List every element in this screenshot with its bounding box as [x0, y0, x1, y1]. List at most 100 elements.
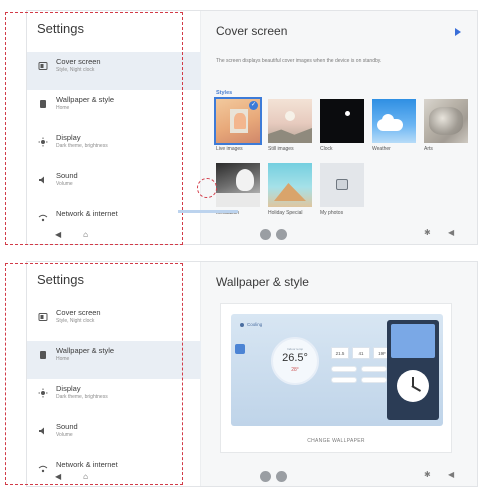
scroll-indicator: [178, 210, 238, 213]
brightness-icon: [37, 387, 49, 399]
sidebar-item-label: Network & internet: [56, 209, 118, 218]
style-tile-still-images[interactable]: Still images: [268, 99, 312, 152]
preview-pill: [331, 366, 357, 372]
nav-circle-button[interactable]: [276, 471, 287, 482]
sidebar-item-sub: Home: [56, 355, 70, 362]
sidebar-item-label: Sound: [56, 171, 78, 180]
sidebar-item-sub: Home: [56, 104, 70, 111]
nav-circle-button[interactable]: [260, 471, 271, 482]
cover-screen-icon: [37, 311, 49, 323]
cover-screen-icon: [37, 60, 49, 72]
app-icon: [235, 344, 245, 354]
wallpaper-icon: [37, 98, 49, 110]
style-tile-arts[interactable]: Arts: [424, 99, 468, 152]
live-images-thumbnail: ✓: [214, 97, 262, 145]
holiday-special-thumbnail: [268, 163, 312, 207]
sidebar-title: Settings: [37, 272, 84, 287]
page-description: The screen displays beautiful cover imag…: [216, 58, 382, 64]
settings-sidebar: Settings Cover screen Style, Night clock …: [27, 262, 201, 486]
brightness-icon[interactable]: ✱: [424, 471, 431, 479]
sidebar-item-sub: Volume: [56, 180, 73, 187]
sidebar-item-label: Sound: [56, 422, 78, 431]
preview-side-panel: [387, 320, 439, 420]
home-icon[interactable]: ⌂: [83, 473, 88, 481]
volume-icon[interactable]: ◀: [448, 471, 454, 479]
sidebar-item-display[interactable]: Display Dark theme, brightness: [27, 379, 201, 417]
home-icon[interactable]: ⌂: [83, 231, 88, 239]
volume-icon[interactable]: ◀: [448, 229, 454, 237]
sidebar-item-label: Wallpaper & style: [56, 346, 115, 355]
wallpaper-panel: Wallpaper & style Cooling Indoor temp 26…: [202, 262, 477, 486]
my-photos-thumbnail: [320, 163, 364, 207]
meditation-thumbnail: [216, 163, 260, 207]
clock-thumbnail: [320, 99, 364, 143]
style-label: Weather: [372, 146, 391, 152]
clock-icon: [397, 370, 429, 402]
set-temp: 28°: [291, 367, 299, 373]
sidebar-item-wallpaper[interactable]: Wallpaper & style Home: [27, 90, 201, 128]
style-label: Holiday Special: [268, 210, 303, 216]
style-tile-meditation[interactable]: Meditation: [216, 163, 260, 216]
page-title: Cover screen: [216, 24, 288, 38]
sidebar-item-label: Display: [56, 384, 81, 393]
temp-value: 26.5°: [282, 352, 308, 364]
temperature-dial: Indoor temp 26.5° 28°: [271, 337, 319, 385]
wallpaper-icon: [37, 349, 49, 361]
reading-box: 41: [352, 347, 370, 359]
back-icon[interactable]: ◀: [55, 473, 61, 481]
sidebar-item-sub: Volume: [56, 431, 73, 438]
back-icon[interactable]: ◀: [55, 231, 61, 239]
style-tile-clock[interactable]: Clock: [320, 99, 364, 152]
nav-circle-button[interactable]: [260, 229, 271, 240]
brightness-icon: [37, 136, 49, 148]
style-tile-holiday-special[interactable]: Holiday Special: [268, 163, 312, 216]
sidebar-item-label: Display: [56, 133, 81, 142]
style-label: Live images: [216, 146, 243, 152]
sidebar-item-cover-screen[interactable]: Cover screen Style, Night clock: [27, 303, 201, 341]
sidebar-item-label: Cover screen: [56, 308, 101, 317]
weather-thumbnail: [372, 99, 416, 143]
sidebar-item-wallpaper[interactable]: Wallpaper & style Home: [27, 341, 201, 379]
sidebar-item-cover-screen[interactable]: Cover screen Style, Night clock: [27, 52, 201, 90]
preview-pill: [361, 366, 387, 372]
selected-check-icon: ✓: [249, 101, 258, 110]
temp-caption: Indoor temp: [286, 347, 303, 351]
sidebar-item-display[interactable]: Display Dark theme, brightness: [27, 128, 201, 166]
style-tile-weather[interactable]: Weather: [372, 99, 416, 152]
play-icon[interactable]: [455, 28, 461, 36]
cover-screen-settings-window: Settings Cover screen Style, Night clock …: [26, 10, 478, 245]
arts-thumbnail: [424, 99, 468, 143]
sidebar-item-sub: Dark theme, brightness: [56, 393, 108, 400]
sidebar-title: Settings: [37, 21, 84, 36]
sidebar-item-label: Cover screen: [56, 57, 101, 66]
status-dot-icon: [240, 323, 244, 327]
sidebar-item-sound[interactable]: Sound Volume: [27, 417, 201, 455]
style-tile-my-photos[interactable]: My photos: [320, 163, 364, 216]
sidebar-item-sub: Style, Night clock: [56, 317, 95, 324]
preview-pill: [331, 377, 357, 383]
sidebar-item-sub: Style, Night clock: [56, 66, 95, 73]
style-label: Still images: [268, 146, 294, 152]
still-images-thumbnail: [268, 99, 312, 143]
sidebar-item-sub: Dark theme, brightness: [56, 142, 108, 149]
preview-app-label: Cooling: [247, 322, 263, 327]
change-wallpaper-button[interactable]: CHANGE WALLPAPER: [221, 438, 451, 444]
style-tile-live-images[interactable]: ✓ Live images: [214, 97, 262, 152]
photo-icon: [336, 179, 348, 190]
style-label: Clock: [320, 146, 333, 152]
wifi-icon: [37, 212, 49, 224]
brightness-icon[interactable]: ✱: [424, 229, 431, 237]
speaker-icon: [37, 174, 49, 186]
page-title: Wallpaper & style: [216, 275, 309, 289]
sidebar-item-label: Wallpaper & style: [56, 95, 115, 104]
cover-screen-panel: Cover screen The screen displays beautif…: [202, 11, 477, 244]
sidebar-item-sound[interactable]: Sound Volume: [27, 166, 201, 204]
style-label: Arts: [424, 146, 433, 152]
wallpaper-preview: Cooling Indoor temp 26.5° 28° 21.5 41 19…: [231, 314, 443, 426]
speaker-icon: [37, 425, 49, 437]
styles-heading: Styles: [216, 90, 233, 96]
wallpaper-card[interactable]: Cooling Indoor temp 26.5° 28° 21.5 41 19…: [220, 303, 452, 453]
nav-circle-button[interactable]: [276, 229, 287, 240]
bottom-navigation: ✱ ◀: [202, 466, 477, 486]
style-label: My photos: [320, 210, 344, 216]
